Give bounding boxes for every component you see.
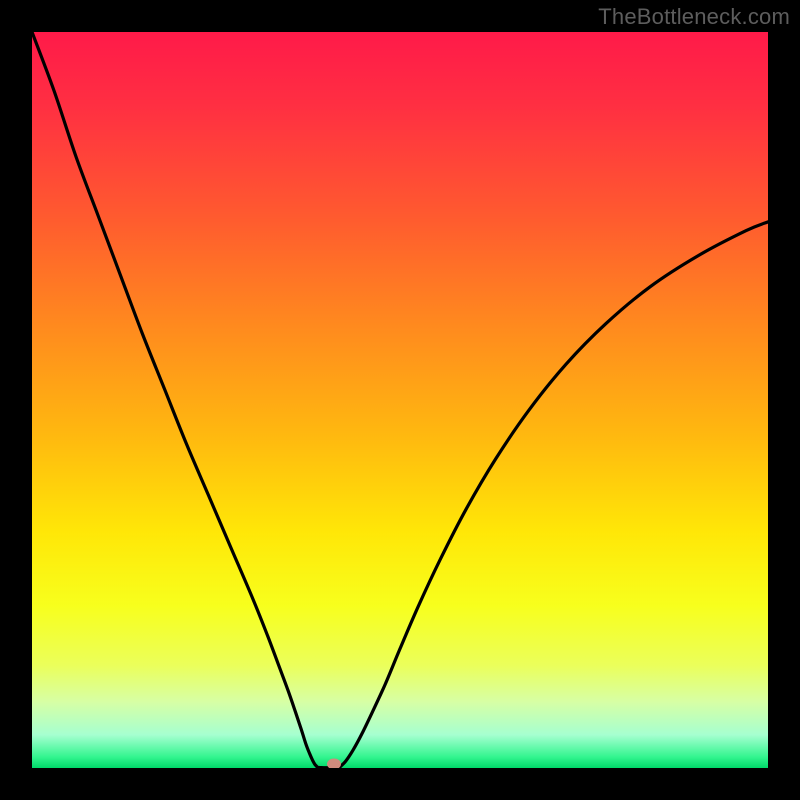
watermark-text: TheBottleneck.com — [598, 4, 790, 30]
plot-area — [32, 32, 768, 768]
bottleneck-curve — [32, 32, 768, 768]
chart-frame: TheBottleneck.com — [0, 0, 800, 800]
curve-layer — [32, 32, 768, 768]
optimum-marker-icon — [327, 758, 341, 768]
